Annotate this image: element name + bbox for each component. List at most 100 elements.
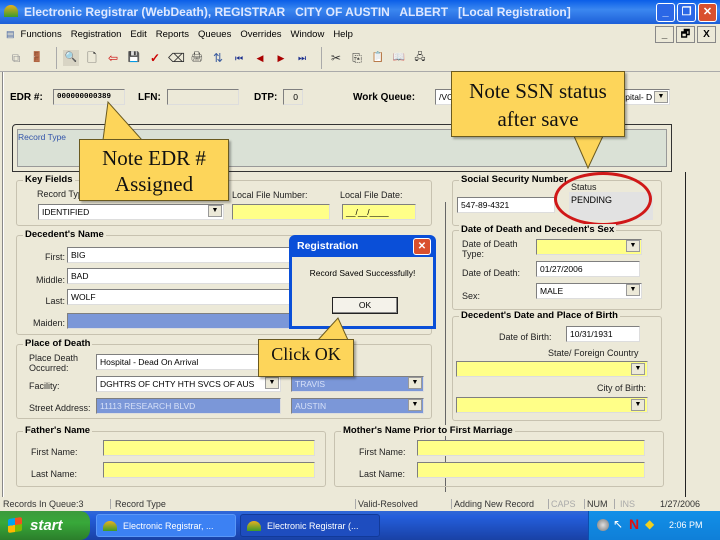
previous-record-icon[interactable]: ◀ (252, 50, 268, 66)
mother-last-field[interactable] (417, 462, 645, 478)
edr-label: EDR #: (10, 92, 43, 103)
menu-edit[interactable]: Edit (130, 29, 146, 40)
birth-city-select[interactable] (456, 397, 648, 413)
copy-icon[interactable]: ⎘ (349, 50, 365, 66)
chevron-down-icon[interactable]: ▼ (631, 363, 645, 375)
middle-name-label: Middle: (35, 275, 65, 285)
ssn-verify-icon[interactable]: ✓ (147, 50, 163, 66)
dob-field[interactable]: 10/31/1931 (566, 326, 640, 342)
callout-ok: Click OK (258, 339, 354, 377)
menu-help[interactable]: Help (333, 29, 353, 40)
print-icon[interactable]: 🖨 (189, 50, 205, 66)
mdi-minimize-button[interactable]: _ (655, 26, 674, 43)
clock[interactable]: 2:06 PM (669, 520, 703, 530)
chevron-down-icon[interactable]: ▼ (408, 399, 422, 411)
local-file-date-field[interactable]: __/__/____ (342, 204, 416, 220)
facility-select[interactable]: DGHTRS OF CHTY HTH SVCS OF AUS (96, 376, 281, 392)
volume-icon[interactable] (597, 519, 609, 531)
binoculars-search-icon[interactable]: 🔍 (63, 49, 79, 66)
menu-window[interactable]: Window (291, 29, 325, 40)
taskbar-item-active[interactable]: Electronic Registrar (... (240, 514, 380, 537)
security-shield-icon[interactable]: ◆ (645, 517, 654, 531)
records-in-queue: Records In Queue:3 (3, 499, 84, 509)
death-occurred-field[interactable]: Hospital - Dead On Arrival (96, 354, 276, 370)
taskbar-item[interactable]: Electronic Registrar, ... (96, 514, 236, 537)
birth-title: Decedent's Date and Place of Birth (459, 310, 620, 321)
death-occurred-label: Place Death Occurred: (29, 353, 79, 373)
status-date: 1/27/2006 (660, 499, 701, 509)
menu-reports[interactable]: Reports (156, 29, 189, 40)
book-icon[interactable]: 📖 (391, 50, 407, 66)
new-document-icon[interactable]: 🗋 (84, 50, 100, 66)
chevron-down-icon[interactable]: ▼ (626, 240, 640, 252)
annotation-circle (554, 172, 652, 226)
ssn-title: Social Security Number (459, 174, 570, 185)
registration-dialog: Registration ✕ Record Saved Successfully… (289, 235, 436, 329)
street-address-label: Street Address: (29, 403, 91, 413)
father-last-field[interactable] (103, 462, 315, 478)
status-ins: INS (614, 499, 635, 509)
menu-overrides[interactable]: Overrides (240, 29, 281, 40)
work-queue-value-right: spital- D (621, 92, 653, 102)
taskbar-item-label: Electronic Registrar, ... (123, 521, 214, 531)
first-record-icon[interactable]: ⏮ (231, 50, 247, 66)
street-address-field[interactable]: 11113 RESEARCH BLVD (96, 398, 281, 414)
network-record-icon[interactable]: 🖧 (412, 50, 428, 66)
restore-button[interactable]: ❐ (677, 3, 696, 22)
import-record-icon[interactable]: ⇦ (105, 50, 121, 66)
sort-icon[interactable]: ⇅ (210, 50, 226, 66)
mother-last-label: Last Name: (359, 469, 406, 479)
place-of-death-title: Place of Death (23, 338, 93, 349)
cascade-icon[interactable]: ⧉ (8, 50, 24, 66)
death-date-field[interactable]: 01/27/2006 (536, 261, 640, 277)
mother-first-field[interactable] (417, 440, 645, 456)
record-type-select[interactable]: IDENTIFIED (38, 204, 224, 220)
dialog-close-button[interactable]: ✕ (413, 238, 431, 255)
cut-icon[interactable]: ✂ (328, 50, 344, 66)
county-select[interactable]: TRAVIS (291, 376, 424, 392)
chevron-down-icon[interactable]: ▼ (265, 377, 279, 389)
chevron-down-icon[interactable]: ▼ (654, 91, 668, 103)
column-divider (685, 172, 687, 497)
menu-registration[interactable]: Registration (71, 29, 122, 40)
death-sex-title: Date of Death and Decedent's Sex (459, 224, 617, 235)
last-record-icon[interactable]: ⏭ (294, 50, 310, 66)
taskbar: start Electronic Registrar, ... Electron… (0, 511, 720, 540)
paste-icon[interactable]: 📋 (370, 50, 386, 66)
mdi-close-button[interactable]: X (697, 26, 716, 43)
status-mode: Adding New Record (451, 499, 534, 509)
chevron-down-icon[interactable]: ▼ (408, 377, 422, 389)
window-title: Electronic Registrar (WebDeath), REGISTR… (24, 5, 571, 19)
start-button[interactable]: start (0, 511, 90, 540)
mdi-restore-button[interactable]: 🗗 (676, 26, 695, 43)
app-logo-icon (4, 5, 18, 17)
exit-door-icon[interactable]: 🚪 (29, 50, 45, 66)
document-menu-icon[interactable]: ▤ (6, 29, 15, 40)
chevron-down-icon[interactable]: ▼ (208, 205, 222, 217)
place-of-death-group: Place of Death Place Death Occurred: Hos… (16, 338, 432, 419)
minimize-button[interactable]: _ (656, 3, 675, 22)
dialog-ok-button[interactable]: OK (332, 297, 398, 314)
eraser-icon[interactable]: ⌫ (168, 50, 185, 66)
toolbar-separator (56, 46, 57, 69)
chevron-down-icon[interactable]: ▼ (631, 399, 645, 411)
father-first-field[interactable] (103, 440, 315, 456)
network-icon[interactable]: ↖ (613, 517, 623, 531)
antivirus-icon[interactable]: N (629, 516, 639, 532)
menu-functions[interactable]: Functions (21, 29, 62, 40)
callout-ssn-text: Note SSN status after save (469, 79, 607, 131)
next-record-icon[interactable]: ▶ (273, 50, 289, 66)
lfn-label: LFN: (138, 92, 161, 103)
status-bar: Records In Queue:3 Record Type Valid-Res… (0, 497, 720, 511)
menu-queues[interactable]: Queues (198, 29, 231, 40)
close-button[interactable]: ✕ (698, 3, 717, 22)
chevron-down-icon[interactable]: ▼ (626, 284, 640, 296)
local-file-number-field[interactable] (232, 204, 330, 220)
city-select[interactable]: AUSTIN (291, 398, 424, 414)
taskbar-item-label: Electronic Registrar (... (267, 521, 359, 531)
birth-state-select[interactable] (456, 361, 648, 377)
save-floppy-icon[interactable]: 💾 (126, 50, 142, 66)
edr-number-field: 000000000389 (53, 89, 125, 105)
dialog-message: Record Saved Successfully! (309, 268, 416, 278)
ssn-field[interactable]: 547-89-4321 (457, 197, 555, 213)
